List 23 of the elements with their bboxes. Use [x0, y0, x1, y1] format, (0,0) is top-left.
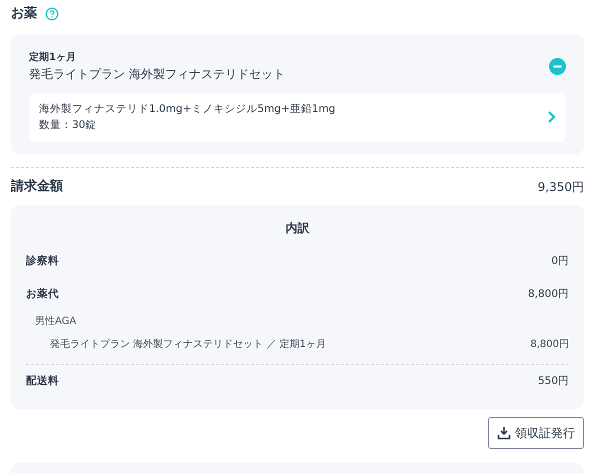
billing-label: 請求金額	[11, 178, 63, 196]
item-label: 発毛ライトプラン 海外製フィナステリドセット ／ 定期1ヶ月	[50, 338, 326, 352]
download-icon	[497, 426, 511, 440]
fee-label: 診察料	[26, 254, 59, 269]
section-title: お薬	[11, 5, 37, 23]
fee-amount: 0円	[551, 254, 569, 269]
receipt-button[interactable]: 領収証発行	[488, 416, 584, 449]
item-amount: 8,800円	[530, 338, 569, 352]
breakdown-title: 内訳	[284, 220, 310, 237]
collapse-icon[interactable]	[549, 58, 566, 74]
plan-name: 発毛ライトプラン 海外製フィナステリドセット	[29, 66, 285, 82]
fee-label: 配送料	[26, 374, 59, 390]
medicine-item[interactable]: 海外製フィナステリド1.0mg+ミノキシジル5mg+亜鉛1mg 数量：30錠	[29, 92, 566, 142]
help-icon[interactable]	[45, 6, 59, 21]
plan-term: 定期1ヶ月	[29, 50, 77, 64]
medicine-description: 海外製フィナステリド1.0mg+ミノキシジル5mg+亜鉛1mg	[39, 102, 336, 116]
category-label: 男性AGA	[35, 316, 76, 328]
chevron-right-icon	[547, 110, 556, 124]
medicine-quantity: 数量：30錠	[39, 118, 98, 134]
fee-label: お薬代	[26, 287, 59, 302]
fee-amount: 8,800円	[528, 287, 569, 302]
fee-amount: 550円	[538, 374, 569, 390]
billing-amount: 9,350円	[538, 178, 584, 196]
